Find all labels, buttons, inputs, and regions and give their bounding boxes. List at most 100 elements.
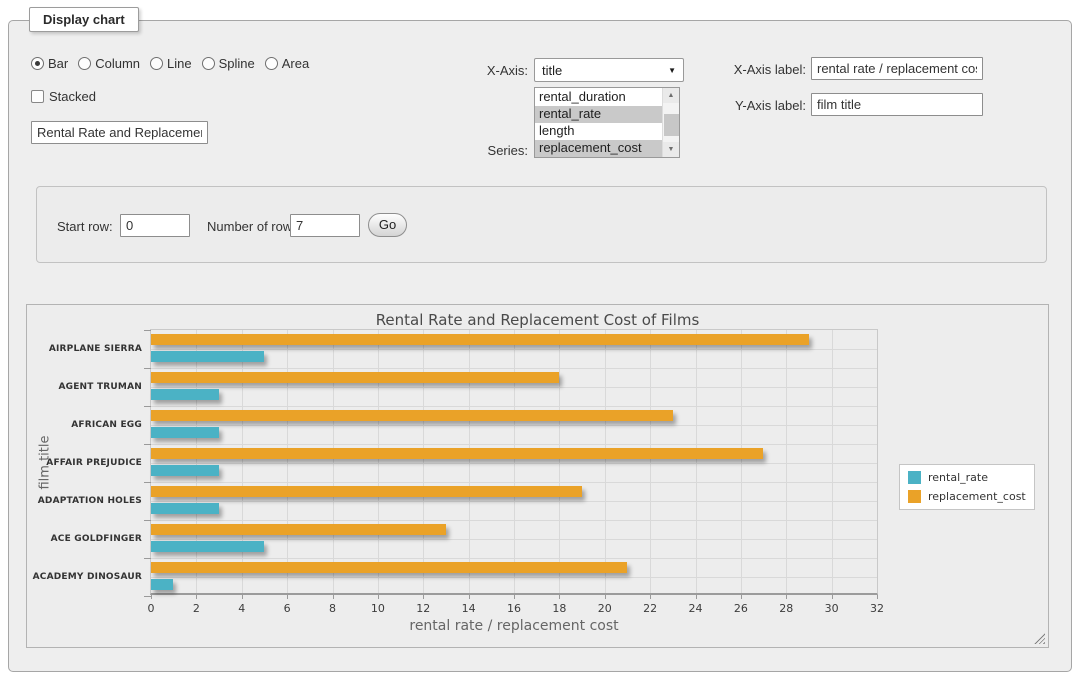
gridline-vertical xyxy=(650,330,651,593)
y-tick-mark xyxy=(144,520,151,521)
y-axis-label-input[interactable] xyxy=(811,93,983,116)
radio-icon[interactable] xyxy=(150,57,163,70)
stacked-label: Stacked xyxy=(49,89,96,104)
scrollbar-thumb[interactable] xyxy=(664,114,679,136)
chart-type-label: Spline xyxy=(219,56,255,71)
scroll-up-icon[interactable]: ▲ xyxy=(663,88,679,103)
gridline-vertical xyxy=(696,330,697,593)
x-tick-label: 22 xyxy=(643,602,657,615)
chart-type-label: Column xyxy=(95,56,140,71)
gridline-horizontal xyxy=(151,387,877,388)
x-tick-label: 20 xyxy=(598,602,612,615)
x-tick-mark xyxy=(333,595,334,599)
x-tick-label: 16 xyxy=(507,602,521,615)
chart-legend: rental_rate replacement_cost xyxy=(899,464,1035,510)
x-axis-title: rental rate / replacement cost xyxy=(150,618,878,634)
gridline-vertical xyxy=(196,330,197,593)
display-chart-fieldset: Display chart BarColumnLineSplineArea St… xyxy=(8,20,1072,672)
gridline-horizontal xyxy=(151,425,877,426)
x-axis-selected-value: title xyxy=(542,63,562,78)
x-tick-mark xyxy=(287,595,288,599)
chart-title-input[interactable] xyxy=(31,121,208,144)
series-listbox[interactable]: rental_durationrental_ratelengthreplacem… xyxy=(534,87,680,158)
x-tick-mark xyxy=(832,595,833,599)
chart-type-option-bar[interactable]: Bar xyxy=(31,56,68,71)
gridline-horizontal xyxy=(151,539,877,540)
y-tick-label: ACADEMY DINOSAUR xyxy=(30,572,142,582)
stacked-option[interactable]: Stacked xyxy=(31,89,96,104)
bar-rental_rate xyxy=(151,503,219,514)
number-of-rows-label: Number of rows: xyxy=(207,219,302,234)
gridline-vertical xyxy=(514,330,515,593)
gridline-horizontal xyxy=(151,349,877,350)
gridline-horizontal xyxy=(151,520,877,521)
series-options: rental_durationrental_ratelengthreplacem… xyxy=(535,89,662,157)
bar-replacement_cost xyxy=(151,524,446,535)
resize-handle-icon[interactable] xyxy=(1034,633,1045,644)
legend-label: replacement_cost xyxy=(928,490,1026,503)
x-tick-label: 0 xyxy=(148,602,155,615)
gridline-vertical xyxy=(559,330,560,593)
y-tick-mark xyxy=(144,330,151,331)
x-tick-label: 14 xyxy=(462,602,476,615)
x-tick-mark xyxy=(514,595,515,599)
start-row-label: Start row: xyxy=(57,219,113,234)
radio-selected-icon[interactable] xyxy=(31,57,44,70)
plot-area: 02468101214161820222426283032AIRPLANE SI… xyxy=(150,329,878,595)
scroll-down-icon[interactable]: ▼ xyxy=(663,142,679,157)
x-tick-mark xyxy=(469,595,470,599)
x-tick-label: 18 xyxy=(552,602,566,615)
legend-swatch xyxy=(908,471,921,484)
x-axis-label-input[interactable] xyxy=(811,57,983,80)
legend-label: rental_rate xyxy=(928,471,988,484)
rows-panel: Start row: Number of rows: Go xyxy=(36,186,1047,263)
series-option-replacement_cost[interactable]: replacement_cost xyxy=(535,140,662,157)
bar-rental_rate xyxy=(151,389,219,400)
chart-type-label: Bar xyxy=(48,56,68,71)
x-tick-mark xyxy=(877,595,878,599)
x-tick-label: 32 xyxy=(870,602,884,615)
x-tick-label: 2 xyxy=(193,602,200,615)
series-option-rental_duration[interactable]: rental_duration xyxy=(535,89,662,106)
gridline-horizontal xyxy=(151,577,877,578)
chart-type-option-spline[interactable]: Spline xyxy=(202,56,255,71)
start-row-input[interactable] xyxy=(120,214,190,237)
radio-icon[interactable] xyxy=(265,57,278,70)
x-tick-mark xyxy=(559,595,560,599)
bar-replacement_cost xyxy=(151,486,582,497)
x-axis-select[interactable]: title ▼ xyxy=(534,58,684,82)
gridline-vertical xyxy=(741,330,742,593)
series-option-rental_rate[interactable]: rental_rate xyxy=(535,106,662,123)
chart-title: Rental Rate and Replacement Cost of Film… xyxy=(27,311,1048,329)
bar-rental_rate xyxy=(151,465,219,476)
radio-icon[interactable] xyxy=(202,57,215,70)
y-tick-label: ADAPTATION HOLES xyxy=(30,496,142,506)
chart-type-option-area[interactable]: Area xyxy=(265,56,309,71)
chevron-down-icon: ▼ xyxy=(668,66,676,75)
gridline-horizontal xyxy=(151,482,877,483)
gridline-horizontal xyxy=(151,501,877,502)
go-button[interactable]: Go xyxy=(368,213,407,237)
number-of-rows-input[interactable] xyxy=(290,214,360,237)
y-tick-label: AFRICAN EGG xyxy=(30,420,142,430)
gridline-vertical xyxy=(287,330,288,593)
gridline-vertical xyxy=(469,330,470,593)
x-tick-label: 8 xyxy=(329,602,336,615)
radio-icon[interactable] xyxy=(78,57,91,70)
bar-replacement_cost xyxy=(151,334,809,345)
y-tick-label: AFFAIR PREJUDICE xyxy=(30,458,142,468)
chart-type-group: Bar Column Line Spline Area xyxy=(31,56,309,71)
y-tick-label: ACE GOLDFINGER xyxy=(30,534,142,544)
gridline-horizontal xyxy=(151,406,877,407)
series-scrollbar[interactable]: ▲ ▼ xyxy=(662,88,679,157)
gridline-horizontal xyxy=(151,368,877,369)
series-option-length[interactable]: length xyxy=(535,123,662,140)
chart-type-option-line[interactable]: Line xyxy=(150,56,192,71)
bar-replacement_cost xyxy=(151,372,559,383)
y-tick-mark xyxy=(144,444,151,445)
chart-type-option-column[interactable]: Column xyxy=(78,56,140,71)
y-tick-label: AIRPLANE SIERRA xyxy=(30,344,142,354)
x-tick-mark xyxy=(650,595,651,599)
fieldset-legend: Display chart xyxy=(29,7,139,32)
stacked-checkbox[interactable] xyxy=(31,90,44,103)
